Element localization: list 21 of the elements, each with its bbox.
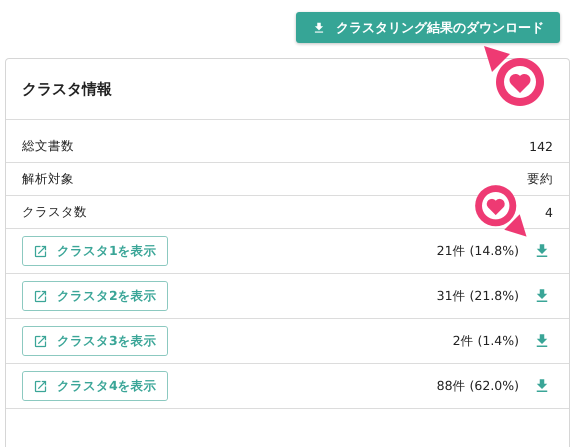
cluster-count: 21件 (14.8%) xyxy=(436,242,519,260)
cluster-count: 88件 (62.0%) xyxy=(436,378,519,394)
show-cluster-button[interactable]: クラスタ2を表示 xyxy=(22,281,168,311)
cluster-count: 2件 (1.4%) xyxy=(452,332,519,350)
info-label: クラスタ数 xyxy=(22,204,87,220)
info-value: 142 xyxy=(529,138,553,154)
show-cluster-button[interactable]: クラスタ1を表示 xyxy=(22,236,168,266)
external-link-icon xyxy=(33,288,48,304)
info-value: 4 xyxy=(545,204,553,220)
show-cluster-button[interactable]: クラスタ3を表示 xyxy=(22,326,168,356)
external-link-icon xyxy=(33,244,48,258)
info-value: 要約 xyxy=(527,170,553,188)
download-results-button[interactable]: クラスタリング結果のダウンロード xyxy=(296,12,560,43)
download-icon xyxy=(312,20,326,34)
show-cluster-button[interactable]: クラスタ4を表示 xyxy=(22,371,168,401)
info-label: 総文書数 xyxy=(22,138,74,154)
info-label: 解析対象 xyxy=(22,170,74,188)
external-link-icon xyxy=(33,334,48,348)
external-link-icon xyxy=(33,378,48,394)
cluster-count: 31件 (21.8%) xyxy=(436,288,519,304)
card-title: クラスタ情報 xyxy=(22,80,112,98)
